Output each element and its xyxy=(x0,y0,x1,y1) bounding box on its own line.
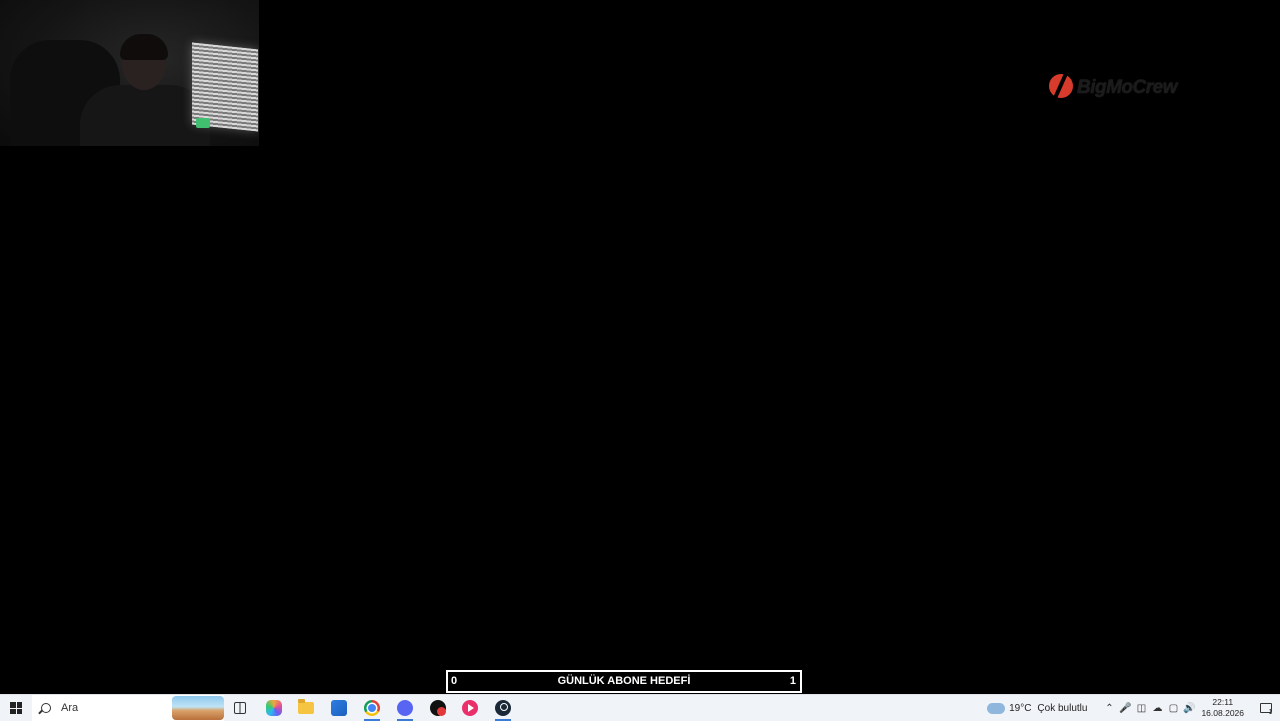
goal-end-value: 1 xyxy=(789,675,796,687)
file-explorer-button[interactable] xyxy=(290,695,322,721)
taskbar: Ara 19°C Çok bulutlu ⌃ 🎤 ◫ ☁ ▢ 🔊 22:11 1… xyxy=(0,694,1280,721)
red-app-icon xyxy=(430,700,446,716)
clock[interactable]: 22:11 16.08.2026 xyxy=(1201,697,1244,719)
logo-text: BigMoCrew xyxy=(1077,77,1178,98)
weather-temperature[interactable]: 19°C xyxy=(1009,703,1031,714)
onedrive-icon[interactable]: ☁ xyxy=(1149,695,1165,721)
steam-icon xyxy=(495,700,511,716)
windows-icon xyxy=(10,702,22,714)
notification-center-button[interactable]: 1 xyxy=(1252,695,1280,721)
media-player-icon xyxy=(462,700,478,716)
taskbar-search[interactable]: Ara xyxy=(32,695,224,721)
copilot-button[interactable] xyxy=(258,695,290,721)
search-highlight-image[interactable] xyxy=(172,696,224,720)
task-view-icon xyxy=(234,702,246,714)
store-button[interactable] xyxy=(323,695,355,721)
start-button[interactable] xyxy=(0,695,32,721)
weather-condition[interactable]: Çok bulutlu xyxy=(1037,703,1087,714)
search-icon xyxy=(41,703,51,713)
logo-mark-icon xyxy=(1049,72,1073,102)
clock-time: 22:11 xyxy=(1212,697,1234,707)
folder-icon xyxy=(298,699,314,714)
steam-button[interactable] xyxy=(487,695,519,721)
search-placeholder: Ara xyxy=(61,702,79,714)
red-app-button[interactable] xyxy=(422,695,454,721)
network-icon[interactable]: ▢ xyxy=(1165,695,1181,721)
store-icon xyxy=(331,700,347,716)
webcam-overlay xyxy=(0,0,259,146)
webcam-person-body xyxy=(80,85,210,146)
goal-title: GÜNLÜK ABONE HEDEFİ xyxy=(557,675,691,687)
volume-icon[interactable]: 🔊 xyxy=(1181,695,1197,721)
subscriber-goal-bar: 0 GÜNLÜK ABONE HEDEFİ 1 xyxy=(446,670,802,693)
discord-button[interactable] xyxy=(389,695,421,721)
copilot-icon xyxy=(266,700,282,716)
notification-count: 1 xyxy=(1268,708,1273,716)
clock-date: 16.08.2026 xyxy=(1201,708,1244,718)
system-tray: 19°C Çok bulutlu ⌃ 🎤 ◫ ☁ ▢ 🔊 22:11 16.08… xyxy=(987,695,1280,721)
cloudy-weather-icon[interactable] xyxy=(987,698,1006,714)
microphone-icon[interactable]: 🎤 xyxy=(1117,695,1133,721)
chrome-button[interactable] xyxy=(356,695,388,721)
discord-icon xyxy=(397,700,413,716)
usb-device-icon[interactable]: ◫ xyxy=(1133,695,1149,721)
chrome-icon xyxy=(364,700,380,716)
webcam-person-hair xyxy=(120,34,168,60)
chevron-up-icon[interactable]: ⌃ xyxy=(1101,695,1117,721)
webcam-keyboard-glow xyxy=(196,118,210,128)
task-view-button[interactable] xyxy=(224,695,256,721)
media-player-button[interactable] xyxy=(454,695,486,721)
channel-logo: BigMoCrew xyxy=(1049,72,1209,102)
